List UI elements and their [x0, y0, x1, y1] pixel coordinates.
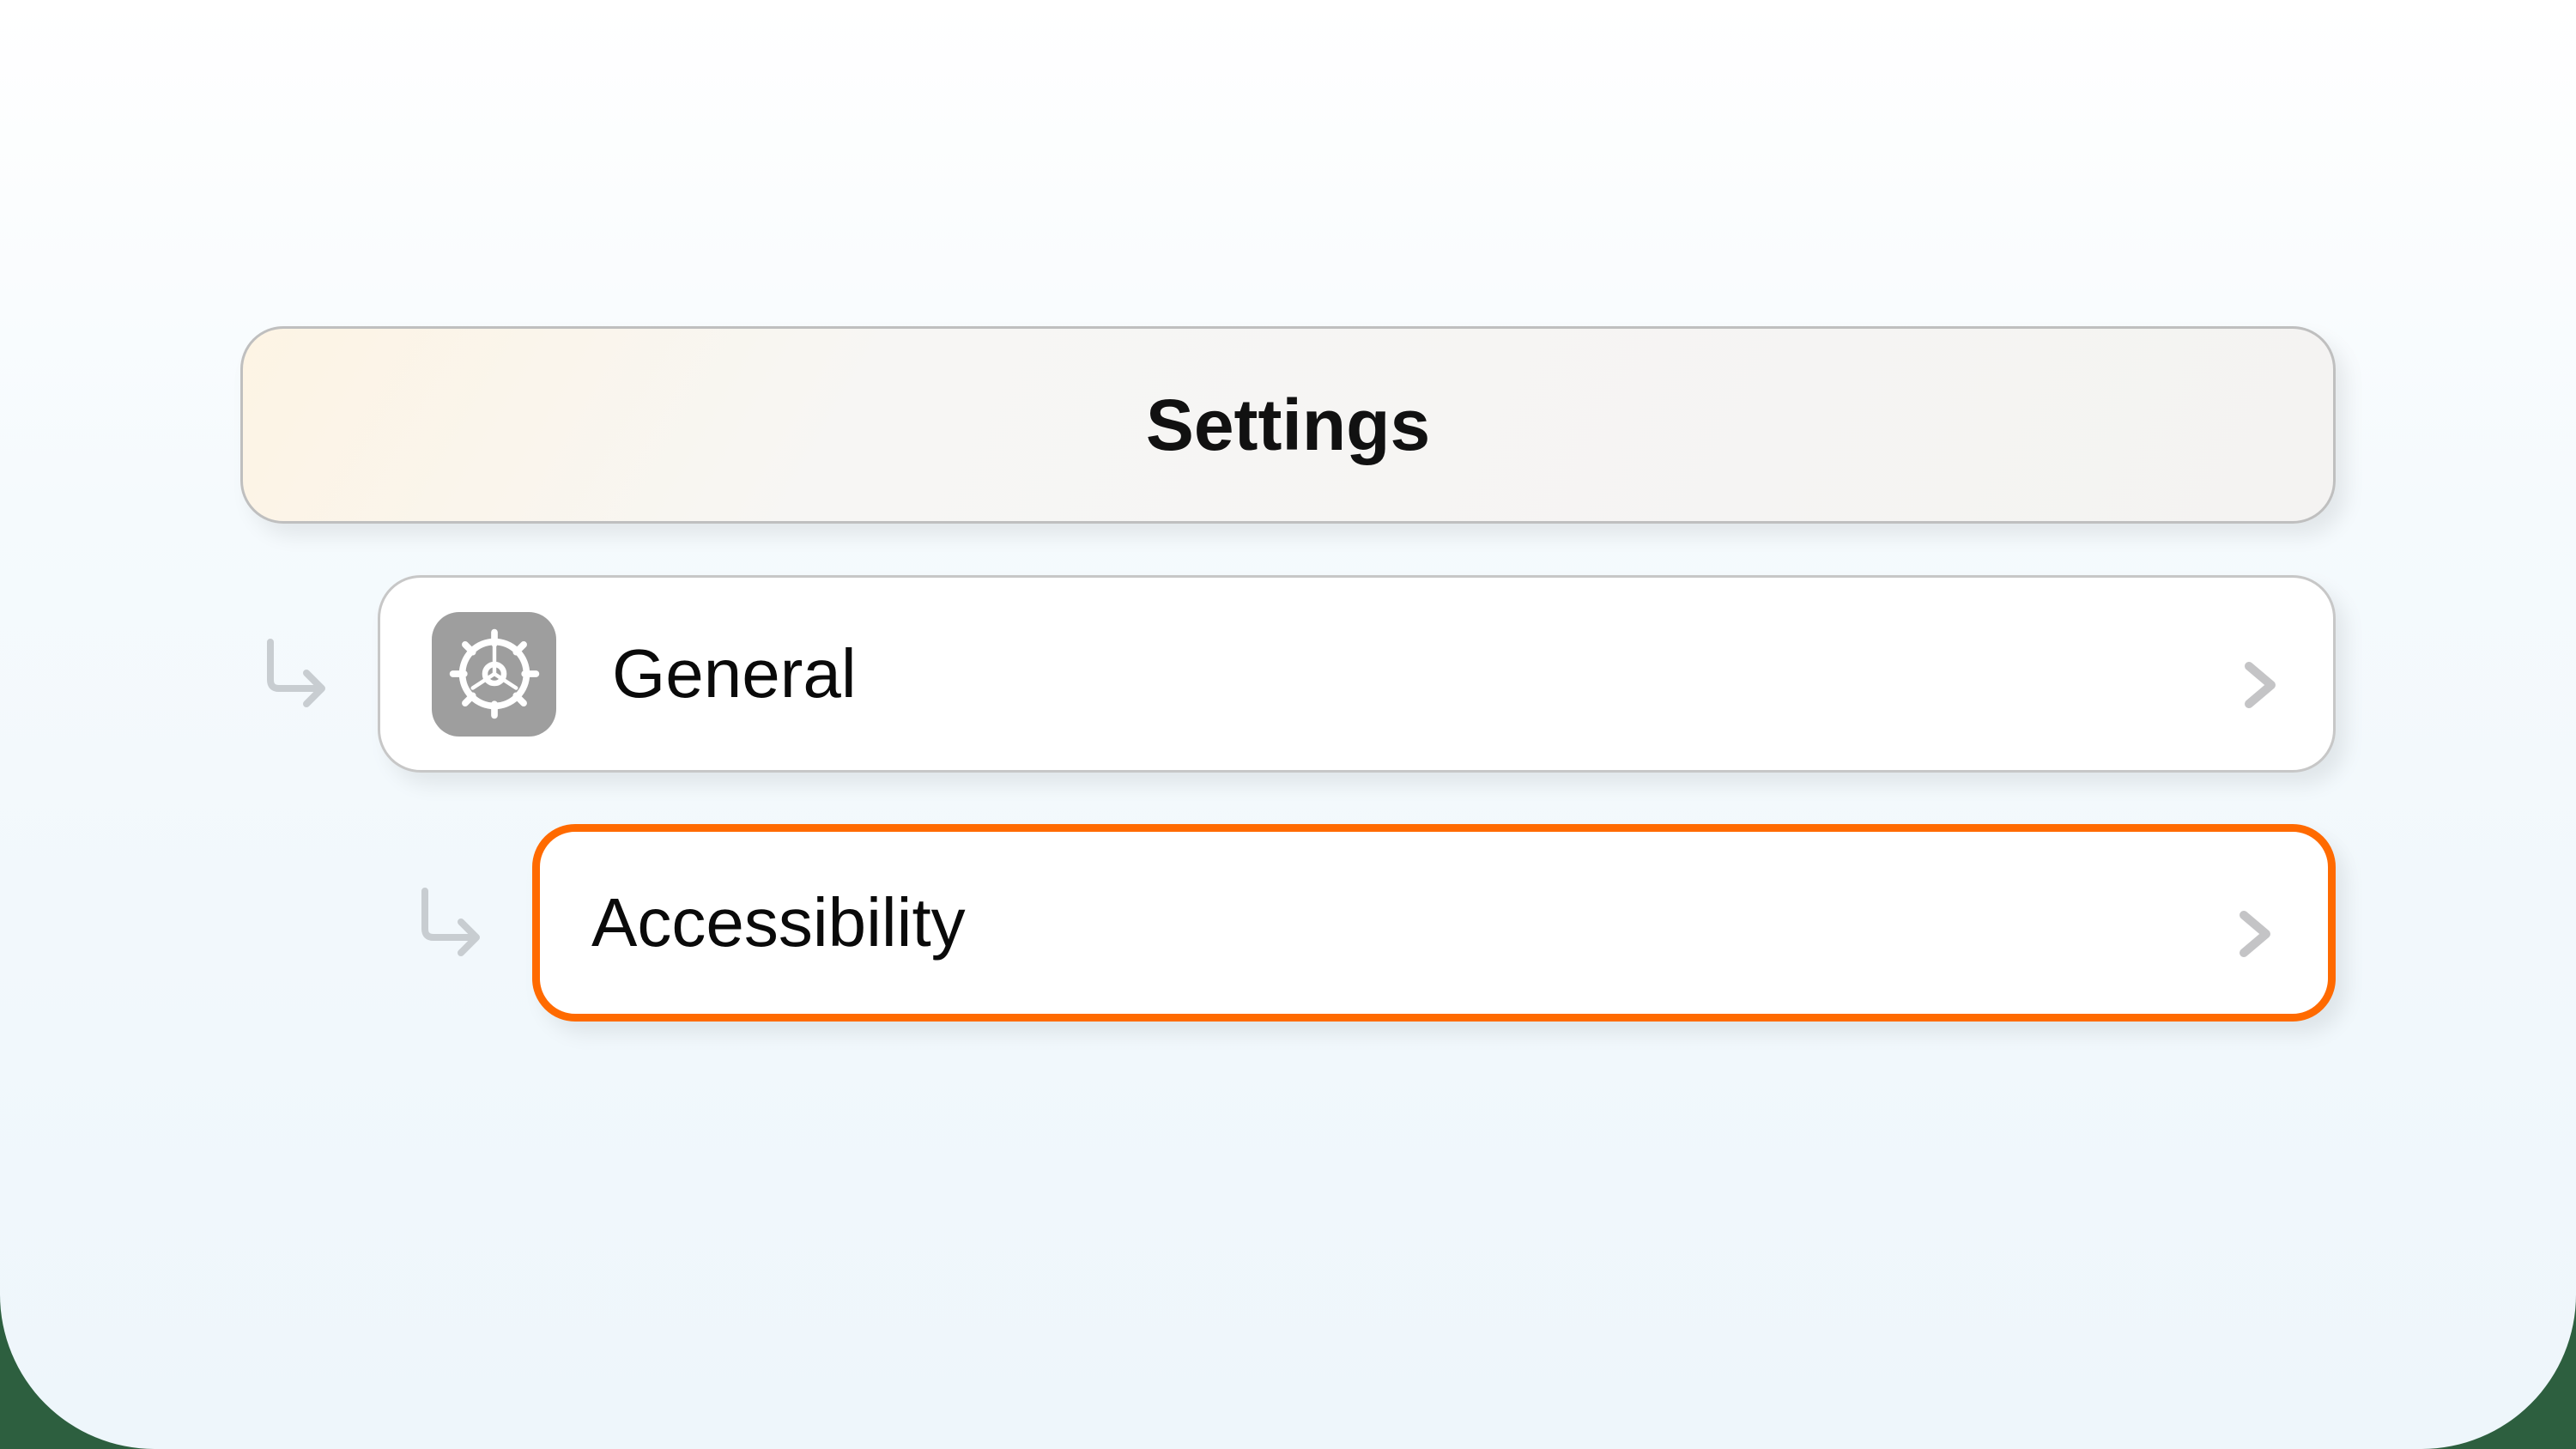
general-item[interactable]: General [378, 575, 2336, 773]
settings-header[interactable]: Settings [240, 326, 2336, 524]
gear-icon [432, 612, 556, 737]
breadcrumb-row-general: General [240, 575, 2336, 773]
accessibility-label: Accessibility [591, 883, 2234, 962]
accessibility-item[interactable]: Accessibility [532, 824, 2336, 1022]
chevron-right-icon [2234, 897, 2276, 949]
general-label: General [612, 634, 2239, 713]
indent-arrow-icon [395, 880, 506, 966]
settings-navigation-panel: Settings [0, 0, 2576, 1449]
chevron-right-icon [2239, 648, 2282, 700]
breadcrumb-row-accessibility: Accessibility [240, 824, 2336, 1022]
breadcrumb-row-root: Settings [240, 326, 2336, 524]
settings-header-label: Settings [1146, 384, 1430, 467]
indent-arrow-icon [240, 631, 352, 717]
